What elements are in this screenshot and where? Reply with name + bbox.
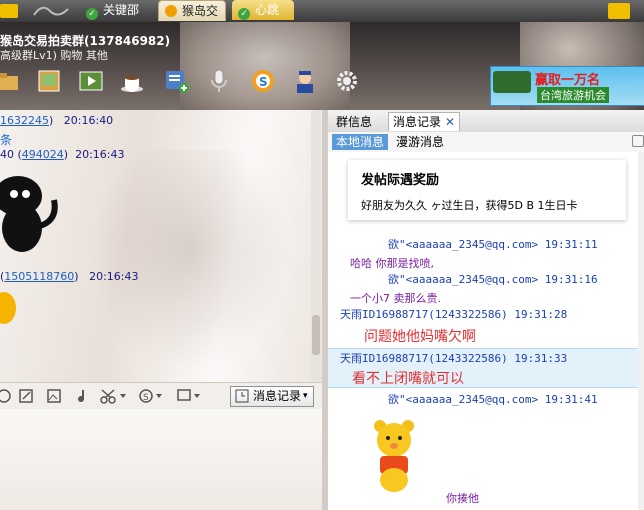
chat-tab-bar: 关键邵 猴岛交 心跳 (0, 0, 644, 22)
tab-left-edge (0, 4, 18, 18)
ad-subline: 台湾旅游机会 (537, 87, 609, 103)
ad-headline: 赢取一万名 (535, 73, 601, 88)
photo-album-icon[interactable] (36, 68, 62, 94)
right-panel-tabs: 群信息 消息记录 ✕ (328, 110, 644, 133)
message-body: 一个小7 卖那么贵. (350, 292, 441, 305)
tab-label: 猴岛交 (182, 4, 219, 18)
user-id-link[interactable]: 1632245 (0, 114, 49, 127)
message-time: 20:16:43 (75, 148, 125, 161)
message-time: 20:16:43 (89, 270, 139, 283)
chat-message-header: 40 (494024) 20:16:43 (0, 148, 125, 161)
s-service-icon[interactable]: S (138, 388, 166, 404)
close-icon[interactable]: ✕ (445, 115, 455, 129)
chat-message-header: 1632245) 20:16:40 (0, 114, 114, 127)
message-time: 20:16:40 (63, 114, 114, 127)
tab-label: 消息记录 (393, 115, 442, 129)
message-header: 天雨ID16988717(1243322586) 19:31:33 (340, 352, 568, 365)
message-prefix: 40 (0, 148, 14, 161)
message-body: 看不上闭嘴就可以 (352, 371, 464, 387)
clipped-name-fragment: 条 (0, 133, 13, 147)
birthday-reward-card: 发帖际遇奖励 好朋友为久久 ヶ过生日，获得5D B 1生日卡 (348, 160, 626, 220)
check-status-icon (86, 8, 98, 20)
tab-houdaojiao[interactable]: 猴岛交 (158, 0, 226, 21)
message-header: 天雨ID16988717(1243322586) 19:31:28 (340, 308, 568, 321)
edit-font-icon[interactable] (18, 388, 34, 404)
tab-label: 心跳 (255, 3, 280, 17)
pooh-bear-sticker (374, 420, 414, 492)
chat-scrollbar[interactable] (311, 110, 321, 382)
history-button-label: 消息记录 (253, 389, 302, 403)
search-icon[interactable] (632, 135, 644, 147)
chat-message-header: (1505118760) 20:16:43 (0, 270, 139, 283)
black-monkey-sticker (0, 176, 58, 252)
tab-local-messages[interactable]: 本地消息 (332, 134, 389, 150)
message-body: 哈哈 你那是找喷, (350, 257, 434, 270)
ad-logo (493, 71, 531, 93)
group-header: 猴岛交易拍卖群(137846982) 高级群Lv1) 购物 其他 S 赢取一万名… (0, 22, 644, 110)
user-id-link[interactable]: 494024 (22, 148, 64, 161)
coffee-icon[interactable] (120, 68, 146, 94)
image-icon[interactable] (46, 388, 62, 404)
tab-group-info[interactable]: 群信息 (336, 113, 372, 131)
tab-guanjianshao[interactable]: 关键邵 (80, 0, 139, 20)
user-photo-background (180, 22, 350, 110)
message-body: 问题她他妈嘴欠啊 (364, 329, 476, 345)
travel-ad-banner[interactable]: 赢取一万名 台湾旅游机会 (490, 66, 644, 106)
emoji-smile-icon[interactable] (0, 388, 12, 404)
chevron-down-icon: ▾ (303, 391, 308, 401)
message-body: 你揍他 (446, 492, 479, 505)
message-header: 欲"<aaaaaa_2345@qq.com> 19:31:16 (388, 273, 598, 286)
message-header: 欲"<aaaaaa_2345@qq.com> 19:31:11 (388, 238, 598, 251)
yellow-emoticon-sticker (0, 292, 16, 324)
history-scrollbar[interactable] (638, 152, 644, 510)
card-body: 好朋友为久久 ヶ过生日，获得5D B 1生日卡 (361, 199, 578, 212)
svg-text:S: S (143, 393, 149, 403)
clock-icon (235, 389, 249, 403)
chat-message-area: ~~~~~ 1632245) 20:16:40 条 40 (494024) 20… (0, 110, 322, 382)
card-title: 发帖际遇奖励 (361, 173, 440, 188)
history-subtabs: 本地消息 漫游消息 (328, 132, 644, 152)
tab-label: 关键邵 (103, 3, 140, 17)
check-status-icon (238, 8, 250, 20)
s-logo-icon[interactable]: S (250, 68, 276, 94)
message-history-button[interactable]: 消息记录 ▾ (230, 386, 314, 407)
music-note-icon[interactable] (74, 388, 90, 404)
background-portrait (90, 150, 290, 370)
tab-scroll-button[interactable] (608, 3, 630, 19)
group-subtitle: 高级群Lv1) 购物 其他 (0, 49, 108, 62)
message-header: 欲"<aaaaaa_2345@qq.com> 19:31:41 (388, 393, 598, 406)
tab-roaming-messages[interactable]: 漫游消息 (396, 134, 444, 150)
tab-xintiao[interactable]: 心跳 (232, 0, 294, 20)
shake-window-icon[interactable] (176, 388, 204, 404)
folder-icon[interactable] (0, 68, 22, 94)
svg-text:S: S (259, 75, 268, 89)
video-icon[interactable] (78, 68, 104, 94)
user-id-link[interactable]: 1505118760 (4, 270, 74, 283)
police-icon[interactable] (292, 68, 318, 94)
screenshot-scissors-icon[interactable] (100, 388, 128, 404)
microphone-icon[interactable] (206, 68, 232, 94)
wave-logo-icon (33, 6, 69, 16)
tab-message-history[interactable]: 消息记录 ✕ (388, 112, 461, 131)
scroll-thumb[interactable] (312, 315, 320, 355)
group-add-icon[interactable] (164, 68, 190, 94)
right-panel: 群信息 消息记录 ✕ 本地消息 漫游消息 发帖际遇奖励 好朋友为久久 ヶ过生日，获… (328, 110, 644, 510)
qq-penguin-icon (165, 5, 177, 17)
message-input-box[interactable] (0, 409, 322, 510)
input-toolbar: S 消息记录 ▾ (0, 382, 322, 410)
settings-gear-icon[interactable] (334, 68, 360, 94)
